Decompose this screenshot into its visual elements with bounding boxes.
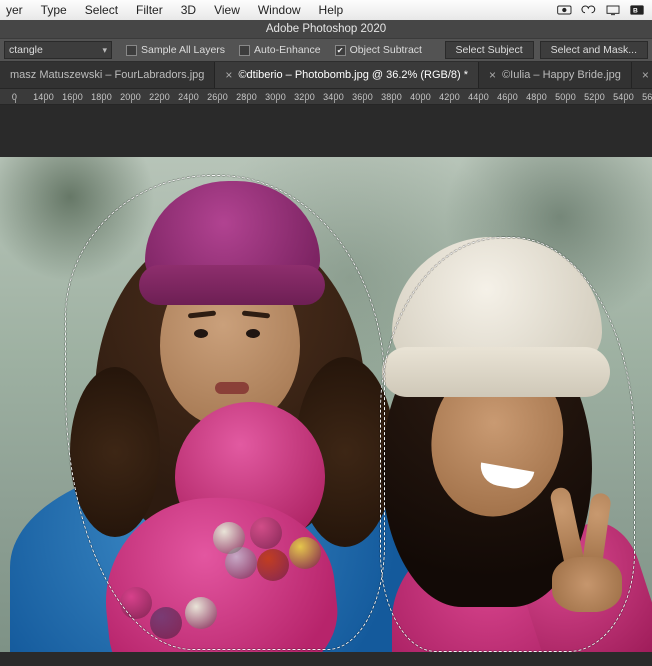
macos-menu-bar: yer Type Select Filter 3D View Window He… (0, 0, 652, 20)
ruler-tick: 1600 (58, 92, 87, 102)
menu-filter[interactable]: Filter (136, 3, 163, 17)
ruler-tick: 0 (0, 92, 29, 102)
ruler-tick: 2400 (174, 92, 203, 102)
ruler-tick: 3800 (377, 92, 406, 102)
menu-layer[interactable]: yer (6, 3, 23, 17)
select-subject-label: Select Subject (456, 44, 523, 56)
menu-3d[interactable]: 3D (181, 3, 196, 17)
selection-marquee (65, 175, 385, 650)
ruler-tick: 3200 (290, 92, 319, 102)
ruler-tick: 5200 (580, 92, 609, 102)
canvas-area (0, 105, 652, 666)
document-canvas[interactable] (0, 157, 652, 652)
svg-text:B: B (633, 8, 638, 15)
close-icon[interactable]: × (642, 68, 649, 82)
chevron-down-icon: ▾ (102, 45, 107, 56)
ruler-tick: 3600 (348, 92, 377, 102)
ruler-tick: 5400 (609, 92, 638, 102)
doc-tab-joshuaresnic[interactable]: × ©Joshua Resnic (632, 62, 652, 88)
menu-select[interactable]: Select (85, 3, 118, 17)
sample-all-layers-checkbox[interactable] (126, 45, 137, 56)
record-icon[interactable] (556, 3, 574, 17)
cc-icon[interactable] (580, 3, 598, 17)
close-icon[interactable]: × (489, 68, 496, 82)
ruler-tick: 3400 (319, 92, 348, 102)
ruler-tick: 2000 (116, 92, 145, 102)
close-icon[interactable]: × (225, 68, 232, 82)
doc-tab-label: masz Matuszewski – FourLabradors.jpg (10, 69, 204, 81)
app-title-bar: Adobe Photoshop 2020 (0, 20, 652, 38)
ruler-tick: 4000 (406, 92, 435, 102)
menu-help[interactable]: Help (319, 3, 344, 17)
display-icon[interactable] (604, 3, 622, 17)
select-and-mask-label: Select and Mask... (551, 44, 637, 56)
ruler-tick: 4600 (493, 92, 522, 102)
select-subject-button[interactable]: Select Subject (445, 41, 534, 59)
select-and-mask-button[interactable]: Select and Mask... (540, 41, 648, 59)
doc-tab-label: ©Iulia – Happy Bride.jpg (502, 69, 621, 81)
auto-enhance-checkbox[interactable] (239, 45, 250, 56)
ruler-tick: 5000 (551, 92, 580, 102)
document-tabs: masz Matuszewski – FourLabradors.jpg × ©… (0, 62, 652, 88)
doc-tab-label: ©dtiberio – Photobomb.jpg @ 36.2% (RGB/8… (238, 69, 468, 81)
ruler-tick: 2600 (203, 92, 232, 102)
ruler-tick: 1800 (87, 92, 116, 102)
doc-tab-fourlabradors[interactable]: masz Matuszewski – FourLabradors.jpg (0, 62, 215, 88)
auto-enhance-option[interactable]: Auto-Enhance (239, 44, 321, 56)
sample-all-layers-option[interactable]: Sample All Layers (126, 44, 225, 56)
object-subtract-label: Object Subtract (350, 44, 422, 56)
auto-enhance-label: Auto-Enhance (254, 44, 321, 56)
ruler-tick: 2200 (145, 92, 174, 102)
ruler-tick: 4200 (435, 92, 464, 102)
menu-window[interactable]: Window (258, 3, 301, 17)
selection-shape-dropdown[interactable]: ctangle ▾ (4, 41, 112, 59)
ruler-tick: 4400 (464, 92, 493, 102)
doc-tab-photobomb[interactable]: × ©dtiberio – Photobomb.jpg @ 36.2% (RGB… (215, 62, 479, 88)
sample-all-layers-label: Sample All Layers (141, 44, 225, 56)
horizontal-ruler[interactable]: 0140016001800200022002400260028003000320… (0, 88, 652, 105)
ruler-tick: 2800 (232, 92, 261, 102)
ruler-tick: 3000 (261, 92, 290, 102)
selection-marquee (380, 237, 635, 652)
app-title: Adobe Photoshop 2020 (266, 23, 386, 35)
ruler-tick: 5600 (638, 92, 652, 102)
ruler-tick: 1400 (29, 92, 58, 102)
doc-tab-happybride[interactable]: × ©Iulia – Happy Bride.jpg (479, 62, 632, 88)
menu-view[interactable]: View (214, 3, 240, 17)
menu-type[interactable]: Type (41, 3, 67, 17)
ruler-tick: 4800 (522, 92, 551, 102)
object-subtract-checkbox[interactable] (335, 45, 346, 56)
object-subtract-option[interactable]: Object Subtract (335, 44, 422, 56)
options-bar: ctangle ▾ Sample All Layers Auto-Enhance… (0, 38, 652, 62)
behance-icon[interactable]: B (628, 3, 646, 17)
selection-shape-value: ctangle (9, 44, 43, 56)
